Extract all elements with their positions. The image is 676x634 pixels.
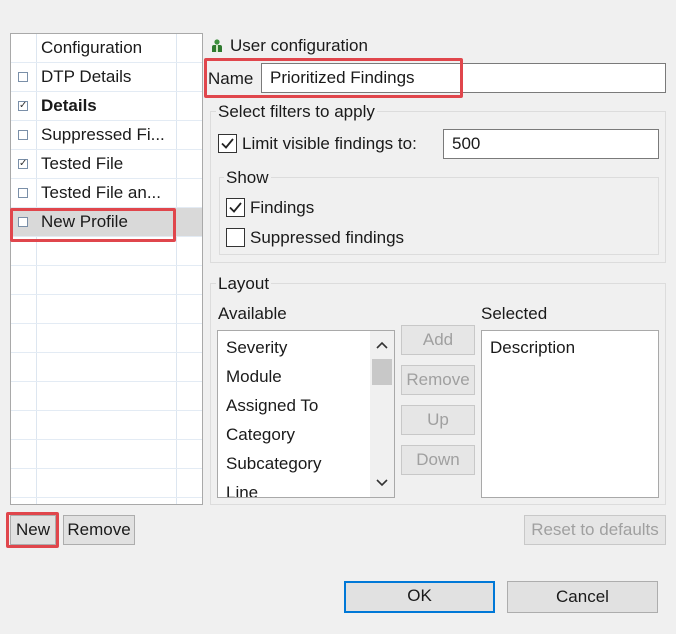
profile-item-details[interactable]: ✓ Details bbox=[11, 92, 202, 121]
profile-item-tested-file-and[interactable]: Tested File an... bbox=[11, 179, 202, 208]
profile-item-label: Tested File bbox=[41, 154, 124, 173]
checkbox-checked-icon[interactable]: ✓ bbox=[18, 101, 28, 111]
profile-item-label: Suppressed Fi... bbox=[41, 125, 165, 144]
list-item[interactable]: Line bbox=[226, 483, 258, 497]
profile-item-suppressed-findings[interactable]: Suppressed Fi... bbox=[11, 121, 202, 150]
checkmark-icon bbox=[229, 202, 242, 213]
ok-button[interactable]: OK bbox=[344, 581, 495, 613]
show-group-title: Show bbox=[224, 168, 271, 188]
profile-list-header: Configuration bbox=[11, 34, 202, 63]
user-configuration-label: User configuration bbox=[230, 36, 368, 55]
findings-label: Findings bbox=[250, 198, 315, 217]
profile-item-tested-file[interactable]: ✓ Tested File bbox=[11, 150, 202, 179]
selected-list[interactable]: Description bbox=[481, 330, 659, 498]
new-profile-highlight bbox=[10, 208, 176, 242]
list-item[interactable]: Module bbox=[226, 367, 282, 387]
available-label: Available bbox=[218, 304, 287, 323]
reset-to-defaults-button[interactable]: Reset to defaults bbox=[524, 515, 666, 545]
list-item[interactable]: Category bbox=[226, 425, 295, 445]
chevron-down-icon[interactable] bbox=[376, 479, 388, 487]
new-button-highlight bbox=[6, 512, 59, 548]
limit-findings-label: Limit visible findings to: bbox=[242, 134, 417, 153]
profile-list-header-label: Configuration bbox=[41, 38, 143, 57]
profile-list[interactable]: Configuration DTP Details ✓ Details Supp… bbox=[10, 33, 203, 505]
suppressed-findings-label: Suppressed findings bbox=[250, 228, 405, 247]
chevron-up-icon[interactable] bbox=[376, 341, 388, 349]
checkbox-icon[interactable] bbox=[18, 72, 28, 82]
checkbox-checked-icon[interactable]: ✓ bbox=[18, 159, 28, 169]
findings-checkbox[interactable] bbox=[226, 198, 245, 217]
profile-item-label: Tested File an... bbox=[41, 183, 162, 202]
filters-group-title: Select filters to apply bbox=[216, 102, 377, 122]
checkbox-icon[interactable] bbox=[18, 188, 28, 198]
list-item[interactable]: Description bbox=[490, 338, 575, 358]
limit-findings-checkbox[interactable] bbox=[218, 134, 237, 153]
available-list-scrollbar[interactable] bbox=[370, 331, 394, 497]
layout-group-title: Layout bbox=[216, 274, 272, 294]
available-list[interactable]: Severity Module Assigned To Category Sub… bbox=[217, 330, 395, 498]
profile-item-label: DTP Details bbox=[41, 67, 132, 86]
remove-column-button[interactable]: Remove bbox=[401, 365, 475, 395]
checkmark-icon bbox=[221, 138, 234, 149]
user-icon bbox=[211, 38, 223, 52]
remove-profile-button[interactable]: Remove bbox=[63, 515, 135, 545]
suppressed-findings-checkbox[interactable] bbox=[226, 228, 245, 247]
down-button[interactable]: Down bbox=[401, 445, 475, 475]
list-item[interactable]: Severity bbox=[226, 338, 287, 358]
profile-item-label: Details bbox=[41, 96, 97, 115]
up-button[interactable]: Up bbox=[401, 405, 475, 435]
selected-label: Selected bbox=[481, 304, 548, 323]
checkbox-icon[interactable] bbox=[18, 130, 28, 140]
name-field-highlight bbox=[204, 58, 463, 98]
add-button[interactable]: Add bbox=[401, 325, 475, 355]
cancel-button[interactable]: Cancel bbox=[507, 581, 658, 613]
list-item[interactable]: Assigned To bbox=[226, 396, 318, 416]
list-item[interactable]: Subcategory bbox=[226, 454, 321, 474]
scrollbar-thumb[interactable] bbox=[372, 359, 392, 385]
profile-item-dtp-details[interactable]: DTP Details bbox=[11, 63, 202, 92]
limit-findings-input[interactable]: 500 bbox=[443, 129, 659, 159]
